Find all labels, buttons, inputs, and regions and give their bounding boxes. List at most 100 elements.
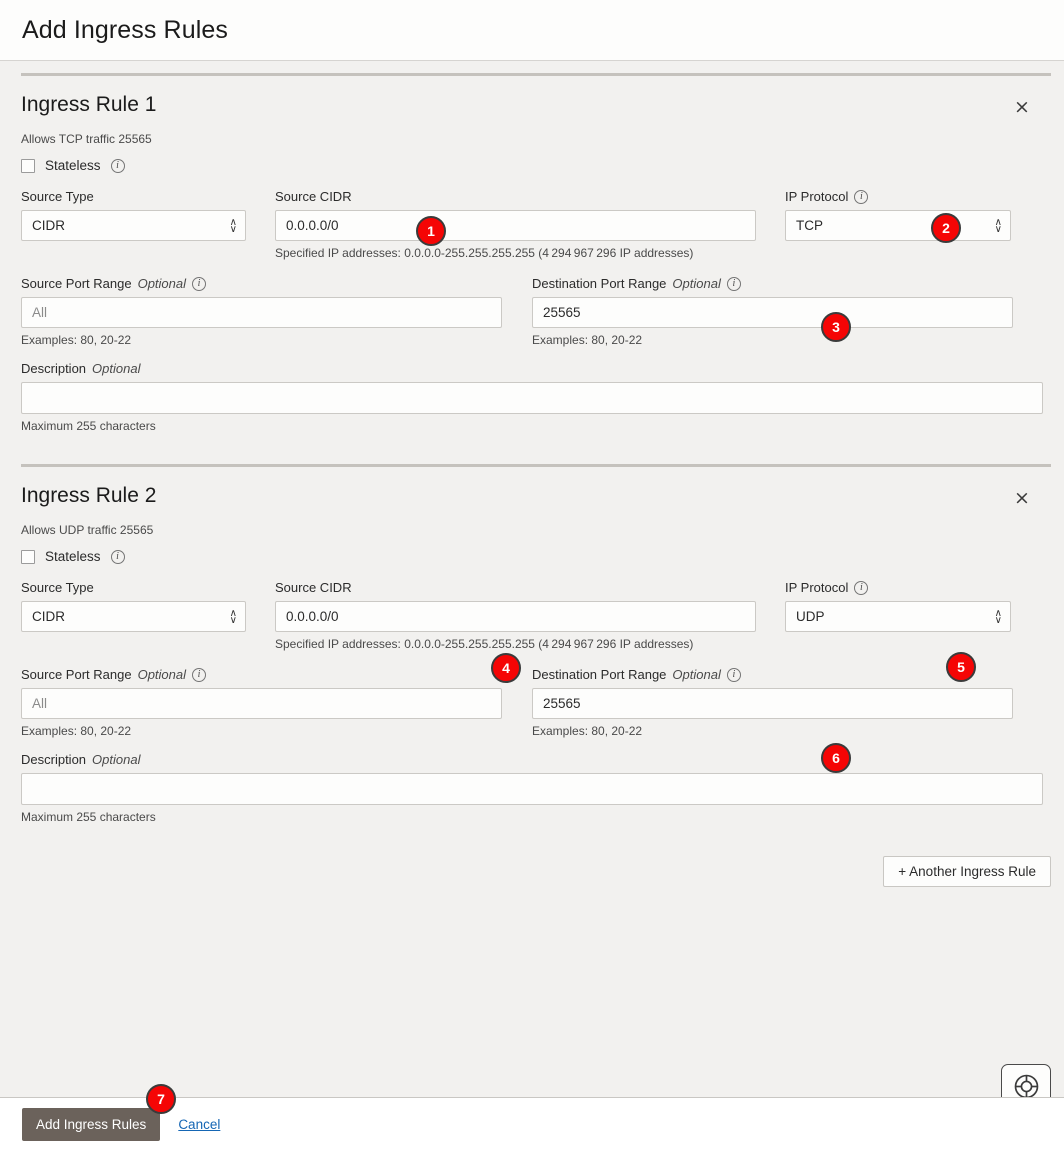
source-cidr-hint-2: Specified IP addresses: 0.0.0.0-255.255.… — [275, 637, 694, 651]
source-type-value-1: CIDR — [32, 218, 65, 233]
help-widget[interactable] — [1001, 1064, 1051, 1097]
source-port-label-2: Source Port Range Optional i — [21, 667, 502, 682]
annotation-badge-2: 2 — [931, 213, 961, 243]
source-type-select-2[interactable]: CIDR ∧ ∨ — [21, 601, 246, 632]
source-type-field-2: Source Type CIDR ∧ ∨ — [21, 580, 246, 651]
source-cidr-input-2[interactable]: 0.0.0.0/0 — [275, 601, 756, 632]
source-cidr-field-1: Source CIDR 0.0.0.0/0 Specified IP addre… — [275, 189, 756, 260]
chevron-updown-icon: ∧ ∨ — [994, 608, 1002, 626]
ip-protocol-value-2: UDP — [796, 609, 825, 624]
destination-port-value-1: 25565 — [543, 305, 581, 320]
destination-port-hint-1: Examples: 80, 20-22 — [532, 333, 643, 347]
source-port-input-2[interactable]: All — [21, 688, 502, 719]
rule-1-row-3: Description Optional Maximum 255 charact… — [21, 361, 1043, 433]
description-hint-2: Maximum 255 characters — [21, 810, 156, 824]
annotation-badge-5: 5 — [946, 652, 976, 682]
source-port-placeholder-2: All — [32, 696, 48, 711]
ip-protocol-label-text-2: IP Protocol — [785, 580, 849, 595]
chevron-down-icon: ∨ — [229, 223, 237, 235]
close-icon[interactable]: × — [1009, 485, 1035, 511]
source-type-value-2: CIDR — [32, 609, 65, 624]
info-icon[interactable]: i — [192, 276, 206, 291]
description-hint-1: Maximum 255 characters — [21, 419, 156, 433]
another-rule-row: + Another Ingress Rule — [0, 856, 1064, 887]
description-label-2: Description Optional — [21, 752, 1043, 767]
ip-protocol-label-2: IP Protocol i — [785, 580, 1011, 595]
page-header: Add Ingress Rules — [0, 0, 1064, 61]
chevron-down-icon: ∨ — [994, 614, 1002, 626]
info-icon[interactable]: i — [110, 549, 125, 564]
source-cidr-hint-1: Specified IP addresses: 0.0.0.0-255.255.… — [275, 246, 694, 260]
chevron-updown-icon: ∧ ∨ — [230, 608, 237, 625]
info-icon[interactable]: i — [110, 158, 125, 173]
ingress-rule-card-2: Ingress Rule 2 × Allows UDP traffic 2556… — [0, 467, 1064, 824]
info-icon[interactable]: i — [726, 667, 741, 682]
description-label-1: Description Optional — [21, 361, 1043, 376]
source-cidr-value-1: 0.0.0.0/0 — [286, 218, 339, 233]
description-field-2: Description Optional Maximum 255 charact… — [21, 752, 1043, 824]
ip-protocol-label-text-1: IP Protocol — [785, 189, 849, 204]
source-port-hint-2: Examples: 80, 20-22 — [21, 724, 132, 738]
rule-title-2: Ingress Rule 2 — [21, 484, 157, 507]
destination-port-label-1: Destination Port Range Optional i — [532, 276, 1013, 291]
annotation-badge-3: 3 — [821, 312, 851, 342]
page-title: Add Ingress Rules — [22, 15, 228, 44]
description-input-1[interactable] — [21, 382, 1043, 414]
cancel-link[interactable]: Cancel — [178, 1117, 220, 1132]
description-field-1: Description Optional Maximum 255 charact… — [21, 361, 1043, 433]
info-icon[interactable]: i — [854, 580, 869, 595]
source-port-optional-1: Optional — [137, 276, 186, 291]
stateless-label-2: Stateless — [45, 549, 101, 564]
add-ingress-rules-button[interactable]: Add Ingress Rules — [22, 1107, 161, 1141]
ip-protocol-select-1[interactable]: TCP ∧ ∨ — [785, 210, 1011, 241]
source-port-hint-1: Examples: 80, 20-22 — [21, 333, 132, 347]
destination-port-input-2[interactable]: 25565 — [532, 688, 1013, 719]
description-label-text-2: Description — [21, 752, 87, 767]
destination-port-optional-1: Optional — [672, 276, 721, 291]
source-cidr-label-1: Source CIDR — [275, 189, 756, 204]
info-icon[interactable]: i — [726, 276, 741, 291]
source-type-label-text-1: Source Type — [21, 189, 94, 204]
source-cidr-label-text-2: Source CIDR — [275, 580, 352, 595]
destination-port-label-2: Destination Port Range Optional i — [532, 667, 1013, 682]
info-icon[interactable]: i — [854, 189, 869, 204]
close-icon[interactable]: × — [1009, 94, 1035, 120]
source-cidr-label-text-1: Source CIDR — [275, 189, 352, 204]
rule-header-2: Ingress Rule 2 × — [21, 483, 1043, 511]
rule-2-row-2: Source Port Range Optional i All Example… — [21, 667, 1043, 738]
destination-port-field-2: Destination Port Range Optional i 25565 … — [532, 667, 1013, 738]
source-type-label-text-2: Source Type — [21, 580, 94, 595]
rule-1-row-2: Source Port Range Optional i All Example… — [21, 276, 1043, 347]
stateless-row-1: Stateless i — [21, 158, 1043, 173]
source-type-field-1: Source Type CIDR ∧ ∨ — [21, 189, 246, 260]
source-type-select-1[interactable]: CIDR ∧ ∨ — [21, 210, 246, 241]
add-another-ingress-rule-button[interactable]: + Another Ingress Rule — [883, 856, 1051, 887]
rule-summary-2: Allows UDP traffic 25565 — [21, 523, 154, 537]
destination-port-optional-2: Optional — [672, 667, 721, 682]
source-port-input-1[interactable]: All — [21, 297, 502, 328]
source-port-placeholder-1: All — [32, 305, 48, 320]
stateless-label-1: Stateless — [45, 158, 101, 173]
destination-port-label-text-1: Destination Port Range — [532, 276, 667, 291]
source-port-label-text-2: Source Port Range — [21, 667, 132, 682]
source-type-label-2: Source Type — [21, 580, 246, 595]
source-cidr-field-2: Source CIDR 0.0.0.0/0 Specified IP addre… — [275, 580, 756, 651]
source-cidr-value-2: 0.0.0.0/0 — [286, 609, 339, 624]
stateless-checkbox-2[interactable] — [21, 549, 35, 564]
info-icon[interactable]: i — [192, 667, 206, 682]
description-optional-1: Optional — [92, 361, 141, 376]
destination-port-label-text-2: Destination Port Range — [532, 667, 667, 682]
rule-title-1: Ingress Rule 1 — [21, 93, 157, 116]
destination-port-field-1: Destination Port Range Optional i 25565 … — [532, 276, 1013, 347]
source-port-field-1: Source Port Range Optional i All Example… — [21, 276, 502, 347]
source-port-label-text-1: Source Port Range — [21, 276, 132, 291]
stateless-checkbox-1[interactable] — [21, 158, 35, 173]
ip-protocol-field-1: IP Protocol i TCP ∧ ∨ — [785, 189, 1011, 260]
description-input-2[interactable] — [21, 773, 1043, 805]
rule-header-1: Ingress Rule 1 × — [21, 92, 1043, 120]
ip-protocol-select-2[interactable]: UDP ∧ ∨ — [785, 601, 1011, 632]
destination-port-input-1[interactable]: 25565 — [532, 297, 1013, 328]
rule-summary-1: Allows TCP traffic 25565 — [21, 132, 152, 146]
chevron-updown-icon: ∧ ∨ — [229, 217, 237, 235]
source-cidr-input-1[interactable]: 0.0.0.0/0 — [275, 210, 756, 241]
